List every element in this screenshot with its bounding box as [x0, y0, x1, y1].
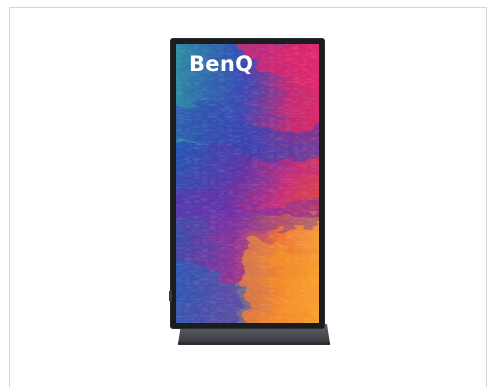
- monitor-stand-base-edge: [178, 342, 330, 345]
- product-image-stage: BenQ: [0, 0, 491, 387]
- benq-logo: BenQ: [189, 52, 254, 76]
- monitor-screen: [176, 44, 319, 323]
- monitor-side-button: [169, 291, 172, 301]
- colorful-wallpaper: [176, 44, 319, 323]
